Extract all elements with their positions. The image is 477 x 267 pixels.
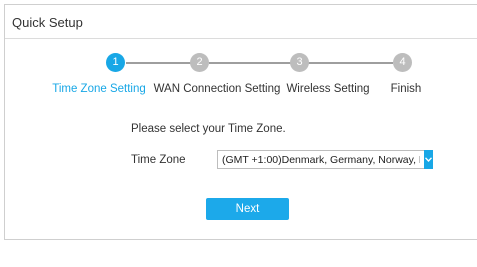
step-1-label: Time Zone Setting bbox=[52, 83, 146, 95]
step-connector-1-2 bbox=[126, 62, 198, 64]
step-1-circle: 1 bbox=[106, 53, 125, 72]
panel-title: Quick Setup bbox=[12, 15, 83, 30]
step-connector-2-3 bbox=[209, 62, 291, 64]
next-button[interactable]: Next bbox=[206, 198, 289, 220]
timezone-label: Time Zone bbox=[131, 154, 186, 166]
timezone-selected-value: (GMT +1:00)Denmark, Germany, Norway, Hun… bbox=[222, 154, 420, 166]
step-connector-3-4 bbox=[302, 62, 393, 64]
timezone-select[interactable]: (GMT +1:00)Denmark, Germany, Norway, Hun… bbox=[217, 150, 433, 169]
step-2-circle: 2 bbox=[190, 53, 209, 72]
step-2-label: WAN Connection Setting bbox=[153, 83, 281, 95]
timezone-prompt: Please select your Time Zone. bbox=[131, 123, 286, 135]
step-3-label: Wireless Setting bbox=[286, 83, 370, 95]
panel-divider bbox=[5, 38, 477, 39]
step-4-circle: 4 bbox=[393, 53, 412, 72]
step-3-circle: 3 bbox=[290, 53, 309, 72]
step-4-label: Finish bbox=[390, 83, 422, 95]
chevron-down-icon[interactable] bbox=[424, 150, 433, 169]
